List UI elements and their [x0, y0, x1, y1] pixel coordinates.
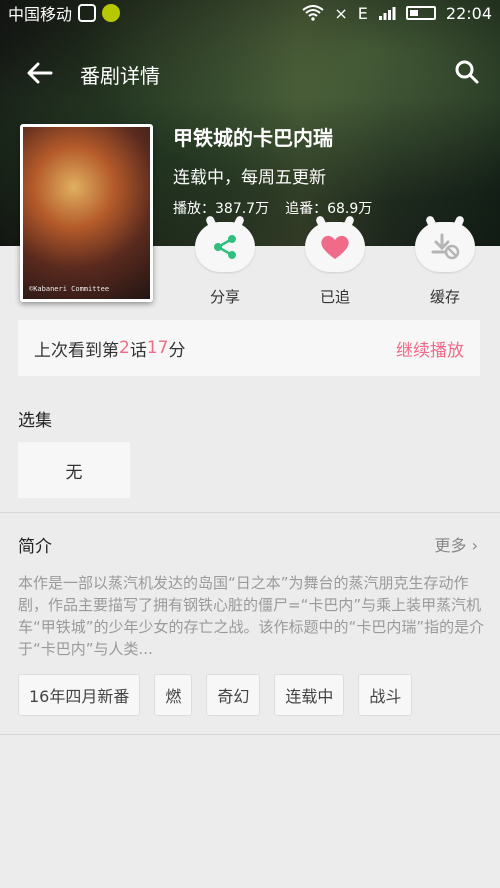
last-watched-prefix: 上次看到第: [34, 340, 119, 361]
last-watched-episode: 2: [119, 338, 130, 358]
network-type-label: E: [357, 3, 368, 23]
wifi-icon: [302, 5, 324, 21]
carrier-label: 中国移动: [8, 5, 73, 24]
episodes-section-title: 选集: [18, 411, 52, 431]
app-badge-icon: [102, 4, 121, 22]
last-watched-bar[interactable]: 上次看到第 2 话 17 分 继续播放: [18, 320, 480, 376]
tag-item[interactable]: 16年四月新番: [18, 674, 141, 716]
more-label: 更多: [434, 536, 467, 555]
poster-caption: ©Kabaneri Committee: [29, 285, 110, 293]
tag-item[interactable]: 燃: [154, 674, 193, 716]
share-icon: [214, 235, 236, 259]
section-divider: [0, 512, 500, 513]
download-disabled-icon: [431, 233, 460, 260]
share-button-bg: [195, 222, 255, 272]
cache-button-bg: [415, 222, 475, 272]
heart-icon: [321, 235, 349, 259]
intro-text: 本作是一部以蒸汽机发达的岛国“日之本”为舞台的蒸汽朋克生存动作剧，作品主要描写了…: [18, 574, 485, 658]
clock: 22:04: [445, 3, 492, 23]
action-bar: 分享 已追 缓存: [170, 222, 500, 314]
tag-list: 16年四月新番 燃 奇幻 连载中 战斗: [18, 674, 413, 716]
search-icon: [455, 60, 479, 84]
follow-count: 追番：68.9万: [285, 201, 373, 217]
battery-icon: [405, 6, 436, 20]
search-button[interactable]: [434, 59, 500, 89]
signal-off-icon: ×: [334, 3, 348, 23]
intro-section-title: 简介: [18, 537, 52, 557]
last-watched-middle: 话: [129, 340, 147, 361]
anime-poster[interactable]: ©Kabaneri Committee: [20, 124, 153, 302]
follow-button-bg: [305, 222, 365, 272]
update-status: 连载中，每周五更新: [173, 168, 326, 188]
tag-item[interactable]: 战斗: [358, 674, 413, 716]
tag-item[interactable]: 奇幻: [206, 674, 261, 716]
play-count: 播放：387.7万: [173, 201, 270, 217]
signal-icon: [378, 7, 396, 20]
last-watched-suffix: 分: [168, 340, 186, 361]
stats-row: 播放：387.7万 追番：68.9万: [173, 198, 372, 218]
continue-playing-button[interactable]: 继续播放: [396, 336, 464, 361]
cache-button[interactable]: 缓存: [405, 222, 485, 307]
chevron-right-icon: ›: [471, 536, 478, 555]
more-button[interactable]: 更多 ›: [434, 532, 478, 556]
back-button[interactable]: [0, 57, 80, 92]
status-bar: 中国移动 × E 22:04: [0, 0, 500, 26]
share-button[interactable]: 分享: [185, 222, 265, 307]
back-arrow-icon: [27, 62, 53, 83]
bottom-divider: [0, 734, 500, 735]
episode-item-none[interactable]: 无: [18, 442, 130, 498]
tag-item[interactable]: 连载中: [274, 674, 345, 716]
page-title: 番剧详情: [80, 63, 160, 88]
follow-button[interactable]: 已追: [295, 222, 375, 307]
cache-label: 缓存: [429, 288, 460, 306]
follow-label: 已追: [319, 288, 350, 306]
anime-title: 甲铁城的卡巴内瑞: [173, 126, 333, 150]
last-watched-minute: 17: [146, 338, 169, 358]
anime-info: 甲铁城的卡巴内瑞 连载中，每周五更新 播放：387.7万 追番：68.9万: [173, 120, 372, 218]
top-app-bar: 番剧详情: [0, 46, 500, 102]
share-label: 分享: [209, 288, 240, 306]
notification-icon: [78, 4, 97, 22]
